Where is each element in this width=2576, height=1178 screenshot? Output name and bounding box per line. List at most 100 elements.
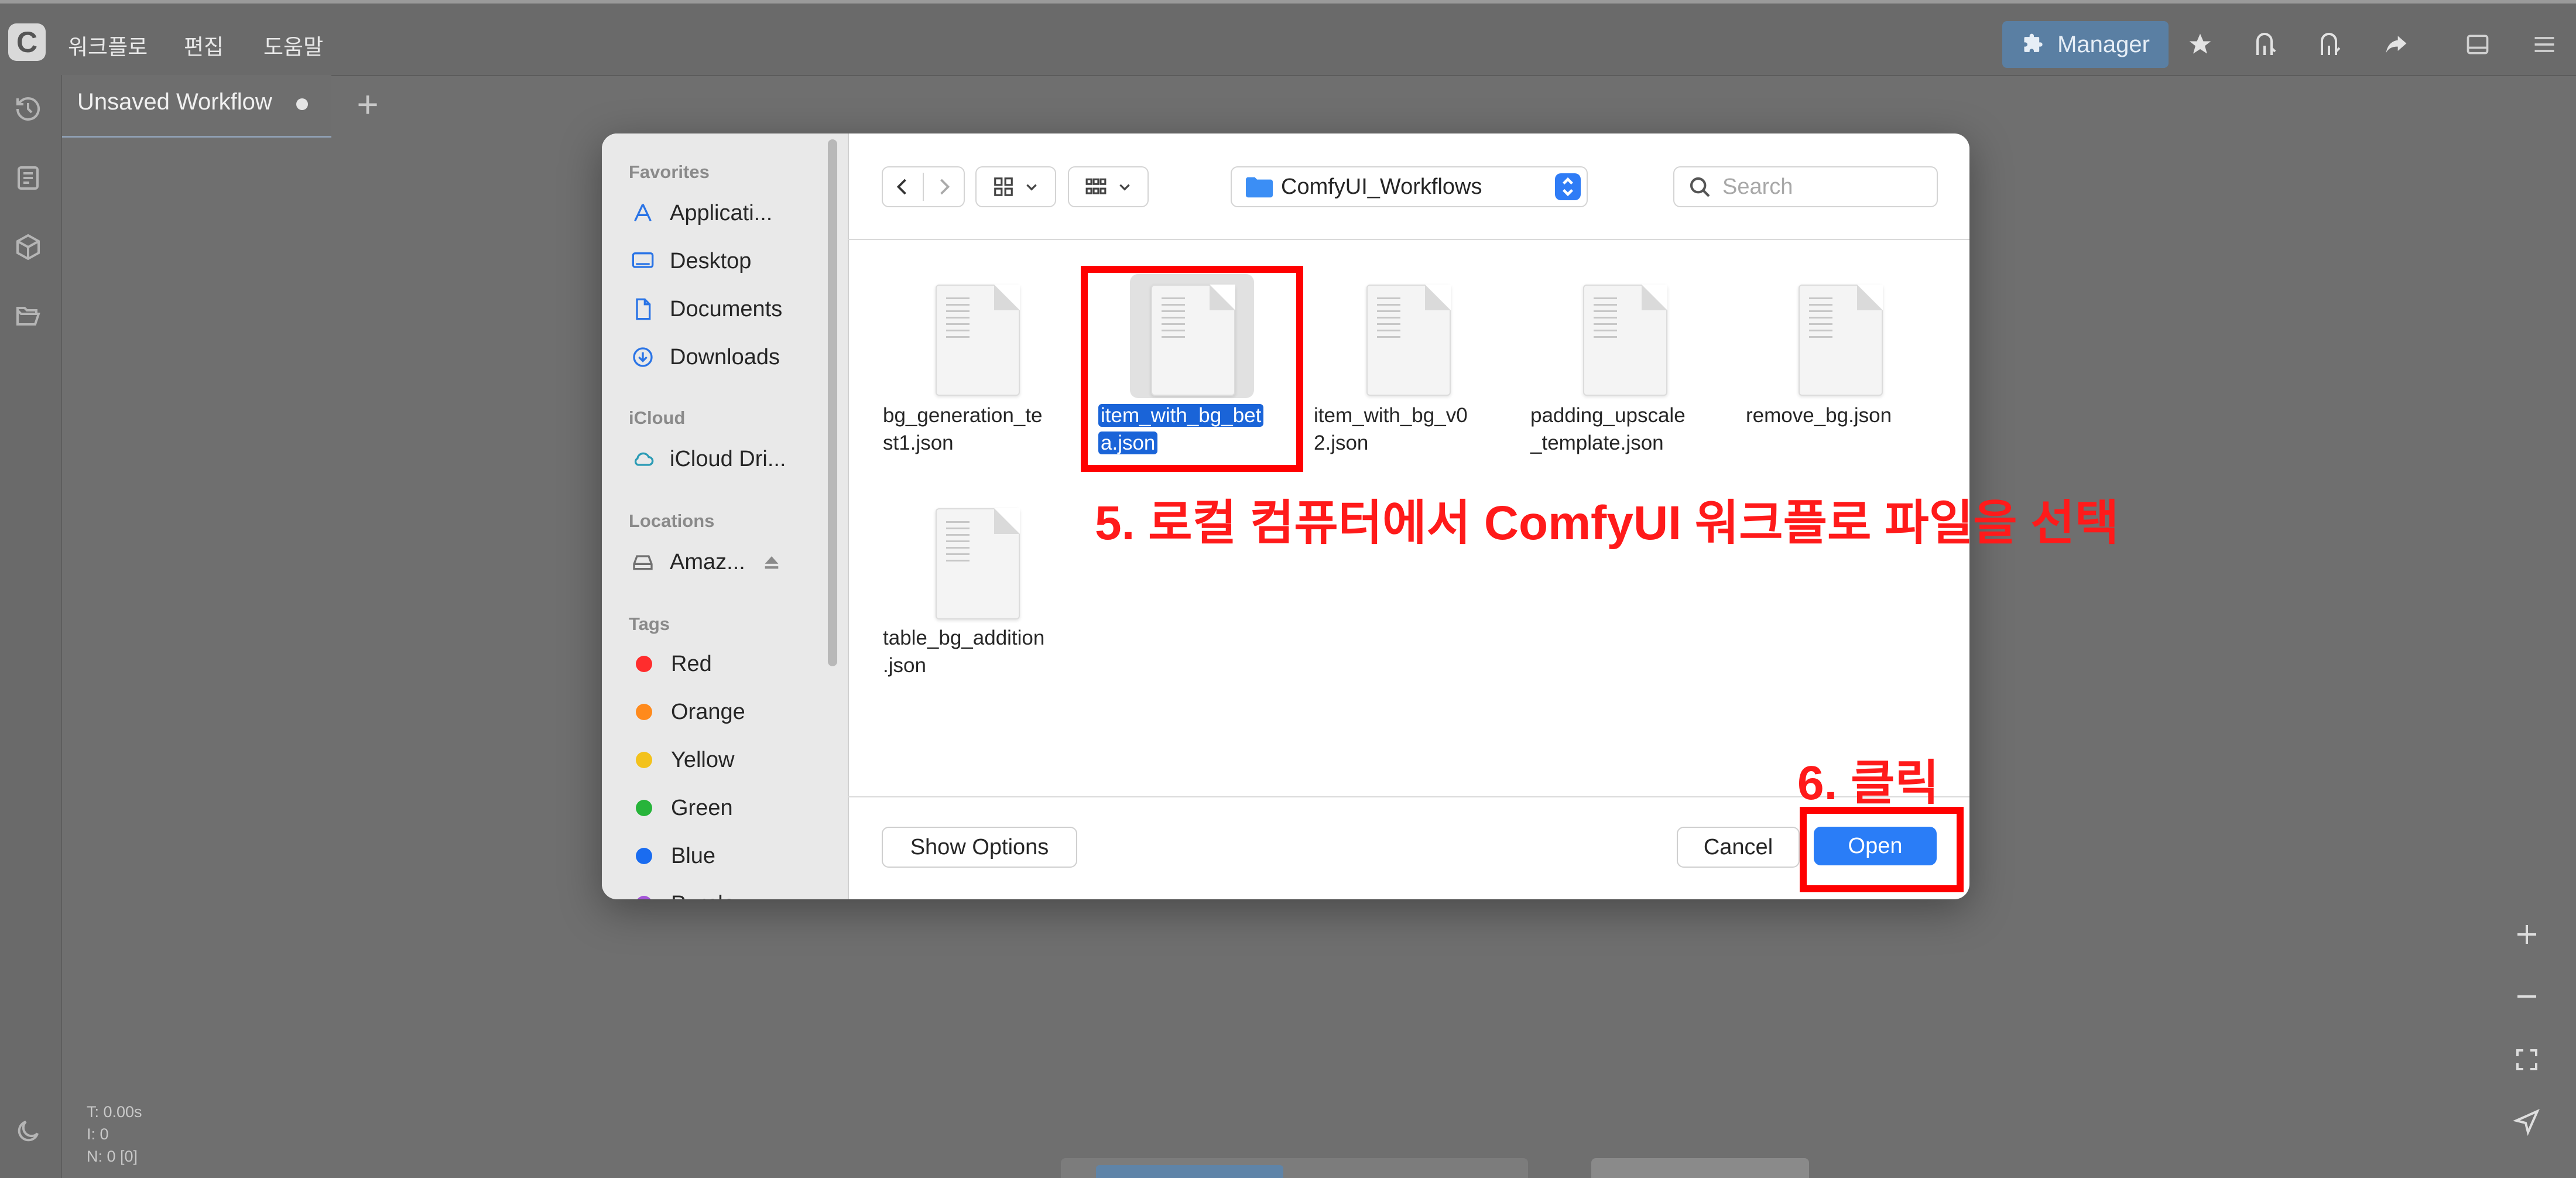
tag-red[interactable]: Red <box>629 646 712 682</box>
stat-n: N: 0 [0] <box>87 1148 138 1165</box>
drive-icon <box>629 548 657 576</box>
sidebar-item-label: Desktop <box>670 248 752 273</box>
moon-theme-icon[interactable] <box>12 1115 44 1148</box>
group-grid-icon <box>1084 176 1108 198</box>
json-file-icon[interactable] <box>1799 285 1883 396</box>
top-menu-bar: C 워크플로 편집 도움말 Manager <box>0 4 2576 76</box>
canvas-stats: T: 0.00s I: 0 N: 0 [0] <box>87 1101 142 1167</box>
manager-label: Manager <box>2057 31 2150 57</box>
comfyui-logo-icon[interactable]: C <box>8 23 46 61</box>
tab-unsaved-workflow[interactable]: Unsaved Workflow <box>62 75 331 138</box>
add-tab-button[interactable]: + <box>349 85 386 123</box>
cloud-icon <box>629 445 657 473</box>
share-icon[interactable] <box>2377 26 2414 63</box>
puzzle-icon <box>2024 33 2043 52</box>
cancel-button[interactable]: Cancel <box>1677 827 1800 868</box>
navigate-arrow-icon[interactable] <box>2508 1103 2546 1141</box>
tag-label: Red <box>671 651 712 676</box>
fit-view-icon[interactable] <box>2508 1041 2546 1078</box>
favorites-title: Favorites <box>629 162 710 182</box>
panel-icon[interactable] <box>2459 26 2496 63</box>
file-name[interactable]: bg_generation_te st1.json <box>883 402 1070 457</box>
cube-icon[interactable] <box>12 231 44 263</box>
json-file-icon[interactable] <box>1583 285 1667 396</box>
download-icon <box>629 343 657 371</box>
view-mode-button[interactable] <box>975 166 1056 207</box>
stat-i: I: 0 <box>87 1125 109 1143</box>
manager-button[interactable]: Manager <box>2002 21 2169 68</box>
tag-orange[interactable]: Orange <box>629 694 745 730</box>
menu-workflow[interactable]: 워크플로 <box>68 29 148 61</box>
json-file-icon[interactable] <box>936 285 1020 396</box>
history-icon[interactable] <box>12 93 44 125</box>
tag-dot-icon <box>636 704 652 720</box>
bottom-panel <box>1591 1158 1809 1178</box>
sidebar-item-label: Amaz... <box>670 549 745 574</box>
zoom-in-icon[interactable] <box>2508 916 2546 953</box>
folder-open-icon[interactable] <box>12 300 44 333</box>
left-sidebar <box>0 75 62 1178</box>
eject-icon[interactable] <box>762 552 782 572</box>
tag-label: Blue <box>671 843 716 868</box>
show-options-button[interactable]: Show Options <box>882 827 1077 868</box>
stepper-icon <box>1555 173 1581 200</box>
sidebar-item-downloads[interactable]: Downloads <box>629 340 780 375</box>
chevron-down-icon <box>1024 179 1039 194</box>
group-by-button[interactable] <box>1068 166 1149 207</box>
tag-label: Orange <box>671 699 745 724</box>
sidebar-item-label: iCloud Dri... <box>670 446 786 471</box>
tag-label: Yellow <box>671 747 735 772</box>
bottom-toolbar <box>1061 1158 1528 1178</box>
graph-icon[interactable] <box>2247 26 2284 63</box>
file-name[interactable]: remove_bg.json <box>1746 402 1933 429</box>
tag-green[interactable]: Green <box>629 790 733 826</box>
bottom-run-button[interactable] <box>1096 1165 1283 1178</box>
sidebar-item-label: Applicati... <box>670 200 773 225</box>
hamburger-menu-icon[interactable] <box>2526 26 2563 63</box>
search-field[interactable]: Search <box>1673 166 1938 207</box>
tag-yellow[interactable]: Yellow <box>629 742 734 778</box>
applications-icon <box>629 199 657 227</box>
search-icon <box>1690 177 1710 197</box>
folder-path-label: ComfyUI_Workflows <box>1281 174 1482 199</box>
file-name[interactable]: table_bg_addition .json <box>883 624 1070 679</box>
tag-label: Purple <box>671 892 735 900</box>
tag-blue[interactable]: Blue <box>629 838 715 874</box>
tag-purple[interactable]: Purple <box>629 886 735 899</box>
file-name[interactable]: padding_upscale _template.json <box>1530 402 1718 457</box>
back-forward-buttons <box>882 166 965 207</box>
tags-title: Tags <box>629 614 670 634</box>
json-file-icon[interactable] <box>1366 285 1451 396</box>
document-icon <box>629 295 657 323</box>
annotation-box-open <box>1800 807 1964 892</box>
graph-icon-2[interactable] <box>2311 26 2349 63</box>
toolbar-divider <box>848 239 1969 240</box>
file-name[interactable]: item_with_bg_v0 2.json <box>1314 402 1501 457</box>
tab-label: Unsaved Workflow <box>77 89 272 115</box>
search-placeholder: Search <box>1722 174 1793 199</box>
zoom-out-icon[interactable] <box>2508 978 2546 1015</box>
sidebar-item-amazon-drive[interactable]: Amaz... <box>629 545 782 580</box>
tag-dot-icon <box>636 848 652 864</box>
star-icon[interactable] <box>2181 26 2219 63</box>
queue-list-icon[interactable] <box>12 162 44 194</box>
menu-help[interactable]: 도움말 <box>263 29 323 61</box>
json-file-icon[interactable] <box>936 508 1020 619</box>
sidebar-item-desktop[interactable]: Desktop <box>629 244 751 279</box>
sidebar-item-applications[interactable]: Applicati... <box>629 196 772 231</box>
tag-dot-icon <box>636 752 652 768</box>
forward-icon[interactable] <box>924 176 964 197</box>
back-icon[interactable] <box>883 176 923 197</box>
sidebar-item-icloud-drive[interactable]: iCloud Dri... <box>629 441 786 477</box>
chevron-down-icon <box>1117 179 1132 194</box>
folder-icon <box>1246 177 1273 198</box>
stat-time: T: 0.00s <box>87 1103 142 1121</box>
icloud-title: iCloud <box>629 407 686 428</box>
locations-title: Locations <box>629 511 715 531</box>
tag-dot-icon <box>636 800 652 816</box>
grid-view-icon <box>992 176 1015 198</box>
sidebar-scrollbar[interactable] <box>828 139 837 666</box>
menu-edit[interactable]: 편집 <box>184 29 224 61</box>
sidebar-item-documents[interactable]: Documents <box>629 292 782 327</box>
folder-path-popup[interactable]: ComfyUI_Workflows <box>1231 166 1588 207</box>
